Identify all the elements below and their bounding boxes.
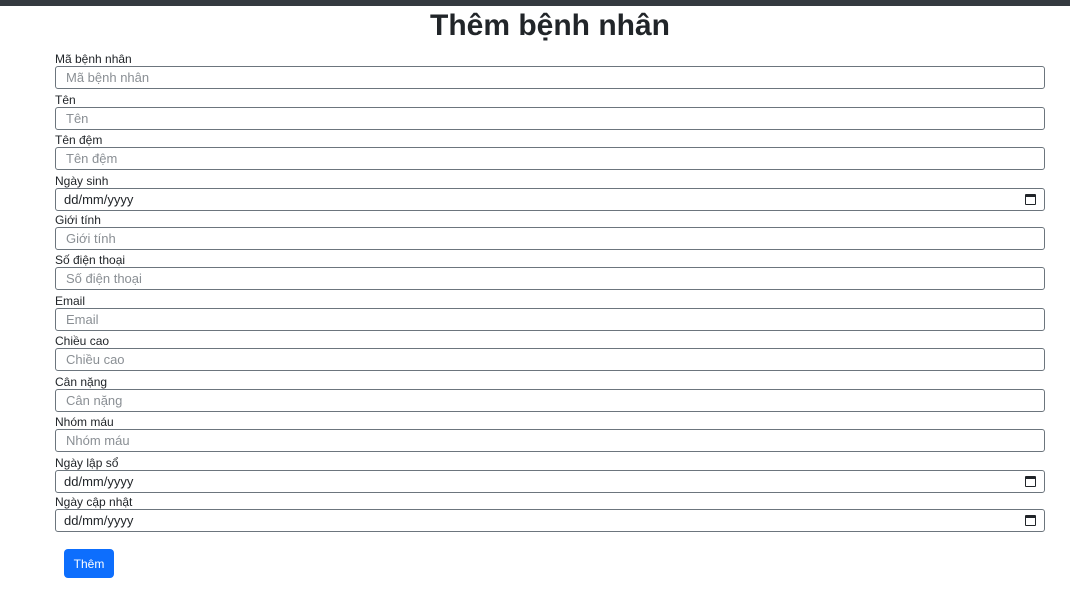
field-birth-date: Ngày sinh dd/mm/yyyy bbox=[55, 174, 1045, 211]
field-label: Tên bbox=[55, 93, 76, 107]
gender-input[interactable]: Giới tính bbox=[55, 227, 1045, 250]
field-blood-type: Nhóm máu Nhóm máu bbox=[55, 415, 1045, 452]
created-date-input[interactable]: dd/mm/yyyy bbox=[55, 470, 1045, 493]
input-placeholder: Tên bbox=[66, 111, 89, 126]
input-placeholder: Giới tính bbox=[66, 231, 116, 246]
field-updated-date: Ngày cập nhật dd/mm/yyyy bbox=[55, 495, 1045, 532]
calendar-icon[interactable] bbox=[1025, 476, 1036, 487]
field-label: Giới tính bbox=[55, 213, 101, 227]
weight-input[interactable]: Cân nặng bbox=[55, 389, 1045, 412]
birth-date-input[interactable]: dd/mm/yyyy bbox=[55, 188, 1045, 211]
field-label: Tên đệm bbox=[55, 133, 103, 147]
input-placeholder: Tên đệm bbox=[66, 151, 118, 166]
middle-name-input[interactable]: Tên đệm bbox=[55, 147, 1045, 170]
field-label: Số điện thoại bbox=[55, 253, 126, 267]
field-height: Chiều cao Chiều cao bbox=[55, 334, 1045, 371]
add-patient-button[interactable]: Thêm bbox=[64, 549, 114, 578]
field-phone: Số điện thoại Số điện thoại bbox=[55, 253, 1045, 290]
field-label: Ngày sinh bbox=[55, 174, 109, 188]
field-label: Mã bệnh nhân bbox=[55, 52, 132, 66]
blood-type-input[interactable]: Nhóm máu bbox=[55, 429, 1045, 452]
input-placeholder: Số điện thoại bbox=[66, 271, 142, 286]
field-label: Email bbox=[55, 294, 86, 308]
field-email: Email Email bbox=[55, 294, 1045, 331]
input-placeholder: Email bbox=[66, 312, 99, 327]
calendar-icon[interactable] bbox=[1025, 515, 1036, 526]
field-label: Chiều cao bbox=[55, 334, 110, 348]
top-bar bbox=[0, 0, 1070, 6]
first-name-input[interactable]: Tên bbox=[55, 107, 1045, 130]
input-placeholder: Chiều cao bbox=[66, 352, 125, 367]
field-label: Ngày lập sổ bbox=[55, 456, 119, 470]
input-placeholder: Cân nặng bbox=[66, 393, 123, 408]
updated-date-input[interactable]: dd/mm/yyyy bbox=[55, 509, 1045, 532]
date-placeholder: dd/mm/yyyy bbox=[64, 474, 134, 489]
height-input[interactable]: Chiều cao bbox=[55, 348, 1045, 371]
field-created-date: Ngày lập sổ dd/mm/yyyy bbox=[55, 456, 1045, 493]
patient-id-input[interactable]: Mã bệnh nhân bbox=[55, 66, 1045, 89]
date-placeholder: dd/mm/yyyy bbox=[64, 513, 134, 528]
input-placeholder: Mã bệnh nhân bbox=[66, 70, 150, 85]
phone-input[interactable]: Số điện thoại bbox=[55, 267, 1045, 290]
calendar-icon[interactable] bbox=[1025, 194, 1036, 205]
date-placeholder: dd/mm/yyyy bbox=[64, 192, 134, 207]
field-weight: Cân nặng Cân nặng bbox=[55, 375, 1045, 412]
field-patient-id: Mã bệnh nhân Mã bệnh nhân bbox=[55, 52, 1045, 89]
field-first-name: Tên Tên bbox=[55, 93, 1045, 130]
field-middle-name: Tên đệm Tên đệm bbox=[55, 133, 1045, 170]
email-input[interactable]: Email bbox=[55, 308, 1045, 331]
page-title: Thêm bệnh nhân bbox=[430, 9, 670, 42]
field-label: Nhóm máu bbox=[55, 415, 114, 429]
input-placeholder: Nhóm máu bbox=[66, 433, 130, 448]
field-label: Ngày cập nhật bbox=[55, 495, 133, 509]
field-gender: Giới tính Giới tính bbox=[55, 213, 1045, 250]
field-label: Cân nặng bbox=[55, 375, 108, 389]
